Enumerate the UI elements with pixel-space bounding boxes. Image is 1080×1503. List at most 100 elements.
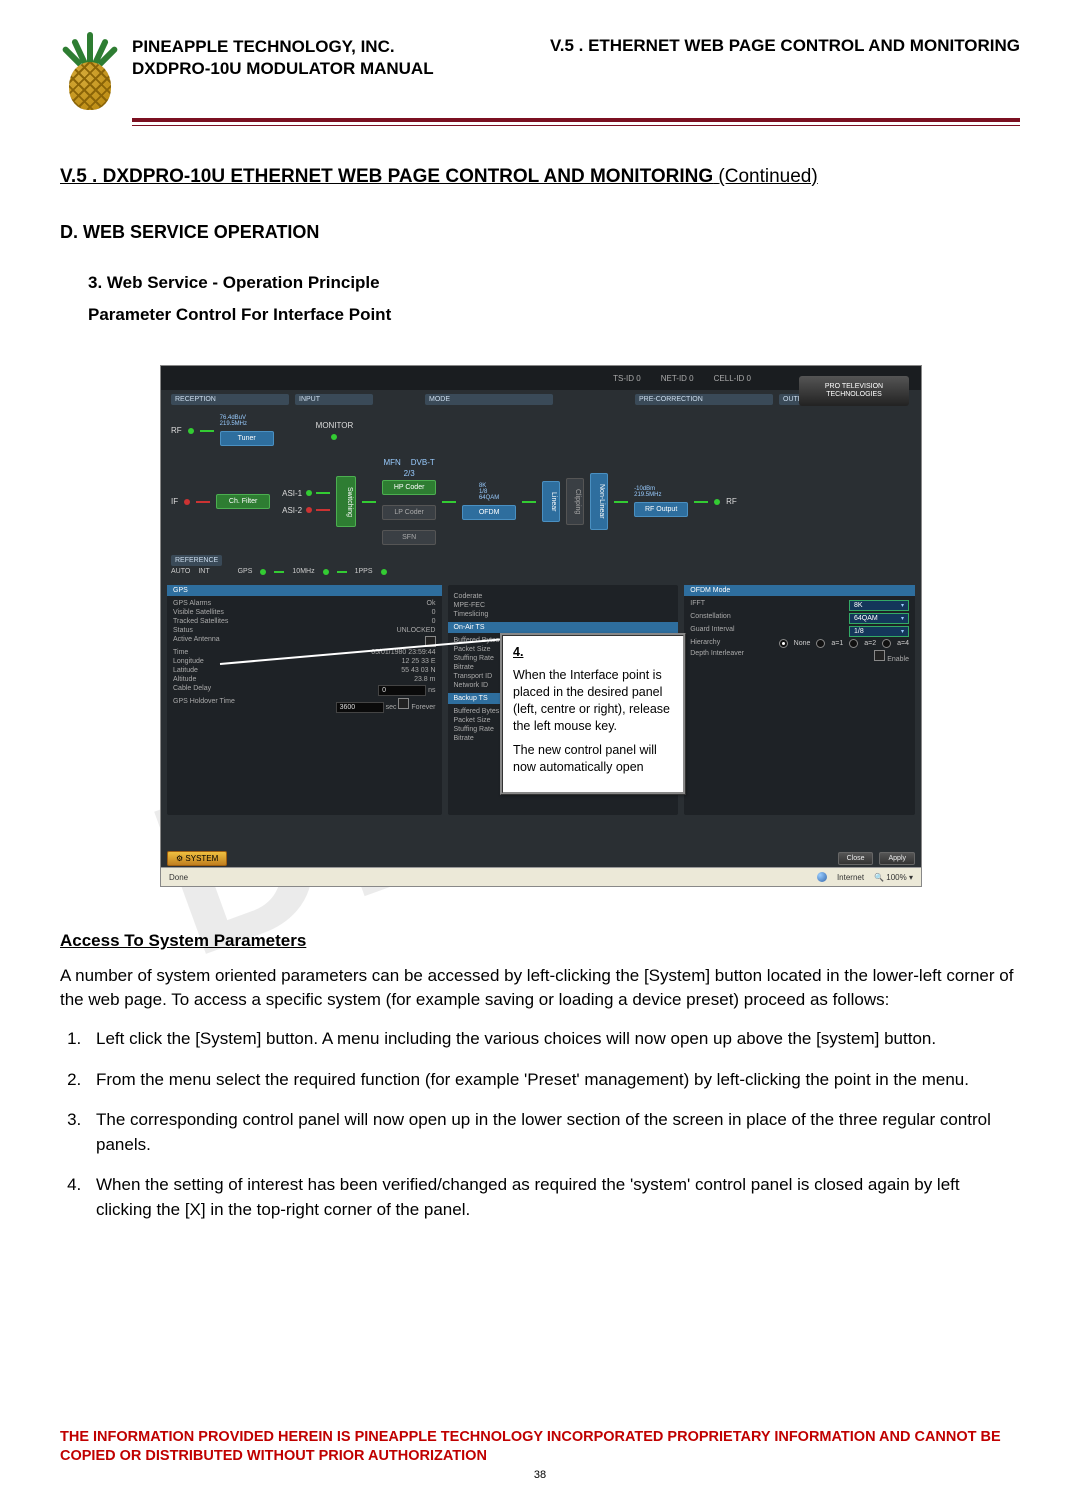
ss-mid-onair: On-Air TS <box>448 622 679 633</box>
ss-mid-mpefec: MPE-FEC <box>454 602 486 609</box>
ss-sec-reference: REFERENCE <box>171 555 222 566</box>
callout-p2: The new control panel will now automatic… <box>513 742 673 776</box>
ss-gps-lon-v: 12 25 33 E <box>402 658 436 665</box>
footer-proprietary: THE INFORMATION PROVIDED HEREIN IS PINEA… <box>60 1428 1020 1467</box>
ss-lpcoder-block: LP Coder <box>382 505 436 520</box>
ss-asi2-label: ASI-2 <box>282 506 302 515</box>
ss-sec-precorr: PRE-CORRECTION <box>635 394 773 405</box>
globe-icon <box>817 872 827 882</box>
ss-gps-cdly-v[interactable]: 0 <box>378 685 426 696</box>
ss-mode-mfn: MFN <box>383 458 400 467</box>
ss-ref-gps: GPS <box>238 568 253 575</box>
ss-sec-input: INPUT <box>295 394 373 405</box>
ss-gps-alt-u: m <box>430 676 436 683</box>
ss-chfilter-block[interactable]: Ch. Filter <box>216 494 270 509</box>
header-divider <box>132 118 1020 126</box>
ss-ofdm-guard-select[interactable]: 1/8▾ <box>849 626 909 637</box>
ss-ofdm-ifft-select[interactable]: 8K▾ <box>849 600 909 611</box>
heading-param: Parameter Control For Interface Point <box>88 305 1020 325</box>
ss-clipping-block: Clipping <box>566 478 584 525</box>
ss-gps-status-v: UNLOCKED <box>397 627 436 634</box>
ss-gps-cdly-u: ns <box>428 687 435 694</box>
ss-ofdm-hier-l: Hierarchy <box>690 639 720 648</box>
ss-ofdm-title: OFDM Mode <box>684 585 915 596</box>
ss-mid-stuf: Stuffing Rate <box>454 655 494 662</box>
ss-mid-bitr2: Bitrate <box>454 735 474 742</box>
access-step-3: The corresponding control panel will now… <box>86 1108 1020 1157</box>
page-header: PINEAPPLE TECHNOLOGY, INC. DXDPRO-10U MO… <box>60 30 1020 110</box>
ss-gps-lon-l: Longitude <box>173 658 204 665</box>
ss-ofdm-const-l: Constellation <box>690 613 730 624</box>
ss-ofdm-deep-l: Depth Interleaver <box>690 650 744 663</box>
header-left: PINEAPPLE TECHNOLOGY, INC. DXDPRO-10U MO… <box>132 36 434 80</box>
header-chapter: V.5 . ETHERNET WEB PAGE CONTROL AND MONI… <box>550 36 1020 56</box>
ss-gps-time-l: Time <box>173 649 188 656</box>
ss-mid-pkt: Packet Size <box>454 646 491 653</box>
callout-number: 4. <box>513 644 673 661</box>
access-step-1: Left click the [System] button. A menu i… <box>86 1027 1020 1052</box>
ss-ofdm-guard-l: Guard Interval <box>690 626 734 637</box>
ss-mid-coderate: Coderate <box>454 593 483 600</box>
company-name: PINEAPPLE TECHNOLOGY, INC. <box>132 36 434 58</box>
ss-mid-bitr: Bitrate <box>454 664 474 671</box>
ss-tuner-block[interactable]: Tuner <box>220 431 274 446</box>
access-intro: A number of system oriented parameters c… <box>60 964 1020 1013</box>
ss-rfoutput-block[interactable]: RF Output <box>634 502 688 517</box>
ss-ofdm-deep-v: Enable <box>887 656 909 663</box>
ss-mid-tid: Transport ID <box>454 673 493 680</box>
footer-page-number: 38 <box>60 1469 1020 1481</box>
heading-d: D. WEB SERVICE OPERATION <box>60 222 1020 243</box>
ss-close-button[interactable]: Close <box>838 852 874 865</box>
embedded-screenshot: TS-ID 0 NET-ID 0 CELL-ID 0 PRO TELEVISIO… <box>160 365 920 887</box>
ss-nonlinear-block[interactable]: Non-Linear <box>590 473 608 530</box>
callout-box: 4. When the Interface point is placed in… <box>500 633 686 795</box>
ss-ts-id: TS-ID 0 <box>613 374 641 383</box>
ss-ofdm-const-select[interactable]: 64QAM▾ <box>849 613 909 624</box>
ss-mid-pkt2: Packet Size <box>454 717 491 724</box>
ss-ofdm-deep-check[interactable] <box>874 650 885 661</box>
ss-system-button[interactable]: ⚙ SYSTEM <box>167 851 227 866</box>
ss-ofdm-hier-opts[interactable]: None a=1 a=2 a=4 <box>779 639 909 648</box>
ss-linear-block[interactable]: Linear <box>542 481 560 522</box>
ss-gps-vis-l: Visible Satellites <box>173 609 224 616</box>
access-step-4: When the setting of interest has been ve… <box>86 1173 1020 1222</box>
ss-gps-alarms-l: GPS Alarms <box>173 600 211 607</box>
ss-gps-forever-check[interactable] <box>398 698 409 709</box>
ss-gps-panel: GPS GPS AlarmsOk Visible Satellites0 Tra… <box>167 585 442 815</box>
ss-monitor-label: MONITOR <box>316 421 354 430</box>
ss-hpcoder-block[interactable]: HP Coder <box>382 480 436 495</box>
ss-status-zoom: 100% <box>886 873 906 882</box>
ss-status-internet: Internet <box>837 873 864 882</box>
section-continued: (Continued) <box>718 166 817 187</box>
ss-tuner-mhz: 219.5MHz <box>220 421 274 427</box>
section-title: V.5 . DXDPRO-10U ETHERNET WEB PAGE CONTR… <box>60 166 1020 188</box>
access-steps-list: Left click the [System] button. A menu i… <box>60 1027 1020 1223</box>
heading-3: 3. Web Service - Operation Principle <box>88 273 1020 293</box>
ss-gps-lat-l: Latitude <box>173 667 198 674</box>
ss-ref-auto: AUTO <box>171 568 190 575</box>
ss-gps-status-l: Status <box>173 627 193 634</box>
ss-browser-status-bar: Done Internet 🔍 100% ▾ <box>161 867 921 886</box>
ss-gps-title: GPS <box>167 585 442 596</box>
ss-ofdm-panel: OFDM Mode IFFT8K▾ Constellation64QAM▾ Gu… <box>684 585 915 815</box>
ss-gps-hold-u: sec <box>386 704 397 711</box>
ss-gps-ant-l: Active Antenna <box>173 636 220 647</box>
ss-ofdm-qam: 64QAM <box>479 495 499 501</box>
section-title-text: V.5 . DXDPRO-10U ETHERNET WEB PAGE CONTR… <box>60 166 713 187</box>
ss-rf-out-label: RF <box>726 497 737 506</box>
access-heading: Access To System Parameters <box>60 929 1020 954</box>
ss-switching-block[interactable]: Switching <box>336 476 356 528</box>
ss-apply-button[interactable]: Apply <box>879 852 915 865</box>
page-footer: THE INFORMATION PROVIDED HEREIN IS PINEA… <box>60 1428 1020 1481</box>
ss-gps-alarms-v: Ok <box>427 600 436 607</box>
ss-ofdm-block[interactable]: OFDM <box>462 505 516 520</box>
ss-sec-mode: MODE <box>425 394 553 405</box>
ss-gps-trk-v: 0 <box>432 618 436 625</box>
ss-mid-timeslice: Timeslicing <box>454 611 489 618</box>
ss-gps-lat-v: 55 43 03 N <box>401 667 435 674</box>
ss-sfn-block: SFN <box>382 530 436 545</box>
ss-gps-hold-v[interactable]: 3600 <box>336 702 384 713</box>
ss-sec-reception: RECEPTION <box>171 394 289 405</box>
ss-gps-hold-l: GPS Holdover Time <box>173 698 235 713</box>
ss-if-in-label: IF <box>171 497 178 506</box>
